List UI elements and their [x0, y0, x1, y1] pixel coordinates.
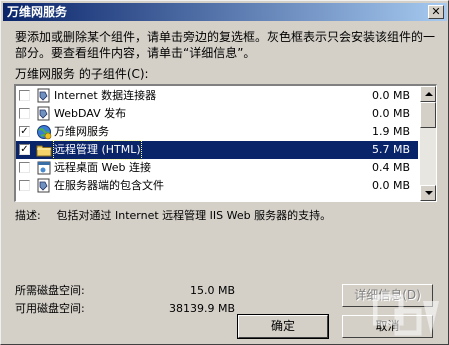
- scroll-up-button[interactable]: [420, 86, 436, 102]
- component-size: 0.0 MB: [371, 107, 410, 120]
- component-checkbox[interactable]: ✓: [19, 126, 30, 137]
- cancel-button[interactable]: 取消: [342, 315, 433, 338]
- list-item[interactable]: Internet 数据连接器 0.0 MB: [16, 87, 418, 105]
- component-size: 0.0 MB: [371, 89, 410, 102]
- web-page-icon: [36, 160, 52, 176]
- scroll-thumb[interactable]: [420, 102, 436, 128]
- available-space-value: 38139.9 MB: [168, 302, 235, 315]
- component-icon: [36, 178, 52, 194]
- component-size: 5.7 MB: [371, 143, 410, 156]
- description: 描述: 包括对通过 Internet 远程管理 IIS Web 服务器的支持。: [15, 209, 331, 223]
- subcomponents-list[interactable]: Internet 数据连接器 0.0 MB WebDAV 发布 0.0 MB ✓ 万维网服…: [14, 84, 437, 202]
- close-icon: ✕: [431, 5, 441, 18]
- component-size: 0.0 MB: [371, 179, 410, 192]
- arrow-down-icon: [425, 191, 433, 195]
- details-button[interactable]: 详细信息(D): [342, 284, 433, 307]
- globe-icon: [36, 124, 52, 140]
- subcomponents-label: 万维网服务 的子组件(C):: [15, 67, 149, 81]
- required-space-label: 所需磁盘空间:: [15, 284, 85, 297]
- ok-button[interactable]: 确定: [237, 314, 329, 339]
- list-item[interactable]: ✓ 远程管理 (HTML) 5.7 MB: [16, 140, 418, 160]
- component-checkbox[interactable]: [19, 108, 30, 119]
- description-label: 描述:: [15, 209, 41, 222]
- title-bar[interactable]: 万维网服务 ✕: [3, 3, 447, 21]
- component-size: 0.4 MB: [371, 161, 410, 174]
- vertical-scrollbar[interactable]: [420, 86, 436, 201]
- dialog-window: 万维网服务 ✕ 要添加或删除某个组件，请单击旁边的复选框。灰色框表示只会安装该组…: [0, 0, 449, 345]
- required-space-value: 15.0 MB: [189, 284, 235, 297]
- component-checkbox[interactable]: ✓: [19, 144, 30, 155]
- component-name: Internet 数据连接器: [54, 89, 157, 102]
- folder-icon: [36, 142, 52, 158]
- component-name: 远程管理 (HTML): [53, 140, 142, 160]
- component-checkbox[interactable]: [19, 162, 30, 173]
- arrow-up-icon: [425, 92, 433, 96]
- list-item[interactable]: ✓ 万维网服务 1.9 MB: [16, 123, 418, 141]
- component-icon: [36, 106, 52, 122]
- scroll-down-button[interactable]: [420, 185, 436, 201]
- list-item[interactable]: 远程桌面 Web 连接 0.4 MB: [16, 159, 418, 177]
- component-icon: [36, 88, 52, 104]
- component-checkbox[interactable]: [19, 90, 30, 101]
- disk-space-info: 所需磁盘空间: 15.0 MB 可用磁盘空间: 38139.9 MB: [15, 283, 235, 319]
- list-item[interactable]: WebDAV 发布 0.0 MB: [16, 105, 418, 123]
- component-name: WebDAV 发布: [54, 107, 127, 120]
- close-button[interactable]: ✕: [428, 5, 444, 19]
- description-text: 包括对通过 Internet 远程管理 IIS Web 服务器的支持。: [56, 209, 332, 222]
- component-name: 万维网服务: [54, 125, 109, 138]
- component-size: 1.9 MB: [371, 125, 410, 138]
- intro-text: 要添加或删除某个组件，请单击旁边的复选框。灰色框表示只会安装该组件的一部分。要查…: [15, 30, 436, 60]
- component-checkbox[interactable]: [19, 180, 30, 191]
- component-name: 远程桌面 Web 连接: [54, 161, 151, 174]
- list-item[interactable]: 在服务器端的包含文件 0.0 MB: [16, 177, 418, 195]
- window-title: 万维网服务: [7, 5, 68, 19]
- component-name: 在服务器端的包含文件: [54, 179, 164, 192]
- available-space-label: 可用磁盘空间:: [15, 302, 85, 315]
